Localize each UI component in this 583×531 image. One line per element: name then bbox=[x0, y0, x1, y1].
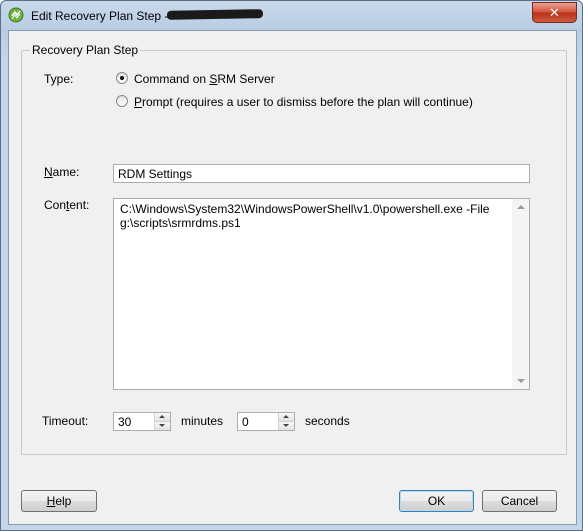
timeout-minutes-value: 30 bbox=[118, 415, 132, 429]
content-textarea[interactable]: C:\Windows\System32\WindowsPowerShell\v1… bbox=[113, 198, 530, 390]
seconds-spin-buttons[interactable] bbox=[278, 413, 294, 430]
scroll-down-arrow-icon[interactable] bbox=[517, 379, 525, 383]
close-button[interactable]: ✕ bbox=[532, 2, 577, 23]
timeout-minutes-spinner[interactable]: 30 bbox=[113, 412, 171, 431]
dialog-client-area: Recovery Plan Step Type: Command on SRM … bbox=[8, 30, 577, 525]
radio-prompt[interactable] bbox=[116, 95, 128, 107]
redacted-title-portion bbox=[166, 9, 264, 20]
content-scrollbar[interactable] bbox=[512, 199, 529, 389]
seconds-decrement-icon[interactable] bbox=[279, 422, 294, 430]
dialog-window: Edit Recovery Plan Step - ✕ Recovery Pla… bbox=[0, 0, 583, 531]
content-label: Content: bbox=[44, 198, 90, 212]
help-button[interactable]: Help bbox=[21, 490, 97, 512]
window-title: Edit Recovery Plan Step - bbox=[31, 9, 169, 23]
name-input-value: RDM Settings bbox=[118, 167, 193, 181]
radio-command-on-srm-server[interactable] bbox=[116, 72, 128, 84]
radio-prompt-label[interactable]: Prompt (requires a user to dismiss befor… bbox=[134, 95, 473, 109]
title-bar[interactable]: Edit Recovery Plan Step - ✕ bbox=[1, 1, 582, 30]
timeout-seconds-spinner[interactable]: 0 bbox=[237, 412, 295, 431]
seconds-increment-icon[interactable] bbox=[279, 413, 294, 422]
radio-command-label[interactable]: Command on SRM Server bbox=[134, 72, 275, 86]
minutes-increment-icon[interactable] bbox=[155, 413, 170, 422]
content-textarea-value: C:\Windows\System32\WindowsPowerShell\v1… bbox=[120, 202, 493, 230]
timeout-seconds-value: 0 bbox=[242, 415, 249, 429]
timeout-label: Timeout: bbox=[42, 414, 89, 428]
name-label: Name: bbox=[44, 165, 80, 179]
name-input[interactable]: RDM Settings bbox=[113, 164, 530, 183]
minutes-decrement-icon[interactable] bbox=[155, 422, 170, 430]
vsphere-app-icon bbox=[8, 7, 24, 23]
seconds-label: seconds bbox=[305, 414, 350, 428]
minutes-spin-buttons[interactable] bbox=[154, 413, 170, 430]
minutes-label: minutes bbox=[181, 414, 224, 428]
ok-button[interactable]: OK bbox=[399, 490, 474, 512]
close-icon: ✕ bbox=[549, 4, 560, 20]
cancel-button[interactable]: Cancel bbox=[482, 490, 557, 512]
scroll-up-arrow-icon[interactable] bbox=[517, 205, 525, 209]
type-label: Type: bbox=[44, 72, 74, 86]
group-label: Recovery Plan Step bbox=[30, 43, 141, 57]
